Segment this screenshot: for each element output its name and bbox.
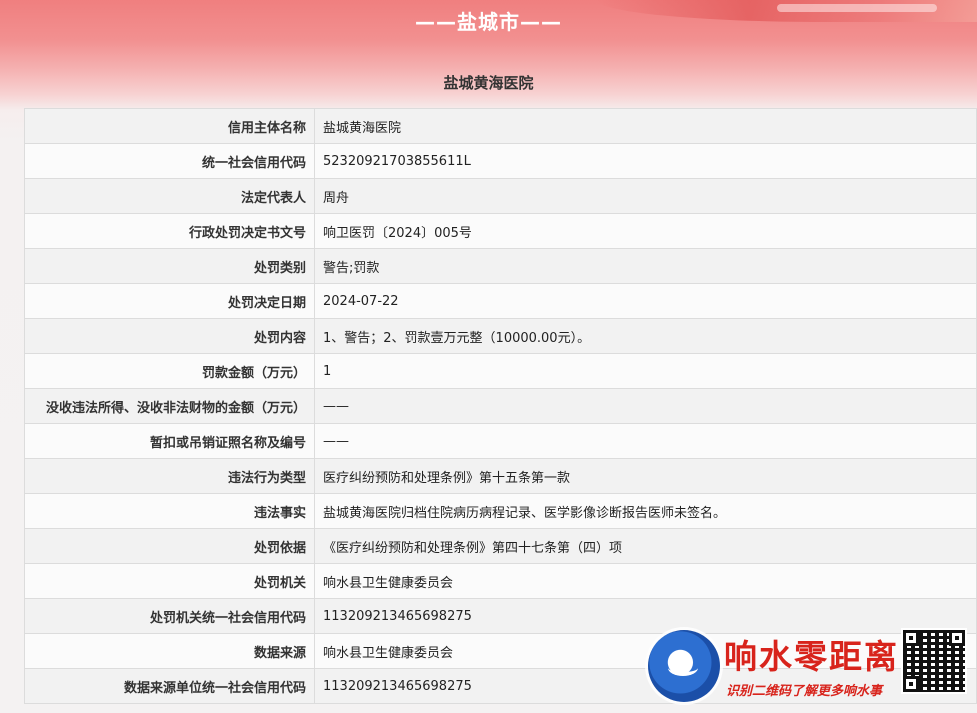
row-value: 《医疗纠纷预防和处理条例》第四十七条第（四）项 [314,528,977,564]
row-label: 处罚决定日期 [24,283,315,319]
org-title: 盐城黄海医院 [443,74,534,92]
table-row: 违法行为类型 医疗纠纷预防和处理条例》第十五条第一款 [24,458,977,494]
row-label: 行政处罚决定书文号 [24,213,315,249]
row-value: 警告;罚款 [314,248,977,284]
row-label: 没收违法所得、没收非法财物的金额（万元） [24,388,315,424]
qr-finder-icon [903,676,919,692]
row-label: 暂扣或吊销证照名称及编号 [24,423,315,459]
qr-finder-icon [949,630,965,646]
row-label: 处罚内容 [24,318,315,354]
watermark-name: 响水零距离 [724,637,899,676]
row-value: 1 [314,353,977,389]
table-row: 处罚类别 警告;罚款 [24,248,977,284]
row-value: —— [314,423,977,459]
row-value: —— [314,388,977,424]
table-row: 信用主体名称 盐城黄海医院 [24,108,977,144]
watermark: 响水零距离 识别二维码了解更多响水事 [648,624,977,713]
row-value: 响卫医罚〔2024〕005号 [314,213,977,249]
brand-logo-icon [648,630,720,702]
table-row: 统一社会信用代码 52320921703855611L [24,143,977,179]
row-value: 52320921703855611L [314,143,977,179]
row-label: 处罚机关 [24,563,315,599]
table-row: 法定代表人 周舟 [24,178,977,214]
table-row: 违法事实 盐城黄海医院归档住院病历病程记录、医学影像诊断报告医师未签名。 [24,493,977,529]
row-value: 盐城黄海医院归档住院病历病程记录、医学影像诊断报告医师未签名。 [314,493,977,529]
row-value: 1、警告；2、罚款壹万元整（10000.00元）。 [314,318,977,354]
qr-code-icon [901,628,967,694]
row-value: 周舟 [314,178,977,214]
qr-finder-icon [903,630,919,646]
row-label: 信用主体名称 [24,108,315,144]
table-row: 没收违法所得、没收非法财物的金额（万元） —— [24,388,977,424]
row-label: 法定代表人 [24,178,315,214]
row-label: 数据来源单位统一社会信用代码 [24,668,315,704]
row-label: 统一社会信用代码 [24,143,315,179]
table-row: 处罚内容 1、警告；2、罚款壹万元整（10000.00元）。 [24,318,977,354]
row-value: 盐城黄海医院 [314,108,977,144]
penalty-info-table: 信用主体名称 盐城黄海医院 统一社会信用代码 52320921703855611… [24,108,977,704]
row-label: 处罚类别 [24,248,315,284]
table-row: 罚款金额（万元） 1 [24,353,977,389]
row-label: 处罚依据 [24,528,315,564]
row-label: 数据来源 [24,633,315,669]
watermark-subtitle: 识别二维码了解更多响水事 [726,684,883,699]
row-label: 处罚机关统一社会信用代码 [24,598,315,634]
row-value: 医疗纠纷预防和处理条例》第十五条第一款 [314,458,977,494]
table-row: 处罚机关 响水县卫生健康委员会 [24,563,977,599]
table-row: 行政处罚决定书文号 响卫医罚〔2024〕005号 [24,213,977,249]
table-row: 处罚决定日期 2024-07-22 [24,283,977,319]
table-row: 处罚依据 《医疗纠纷预防和处理条例》第四十七条第（四）项 [24,528,977,564]
row-label: 违法事实 [24,493,315,529]
row-label: 罚款金额（万元） [24,353,315,389]
table-row: 暂扣或吊销证照名称及编号 —— [24,423,977,459]
row-label: 违法行为类型 [24,458,315,494]
row-value: 响水县卫生健康委员会 [314,563,977,599]
row-value: 2024-07-22 [314,283,977,319]
city-title: ——盐城市—— [415,10,562,34]
